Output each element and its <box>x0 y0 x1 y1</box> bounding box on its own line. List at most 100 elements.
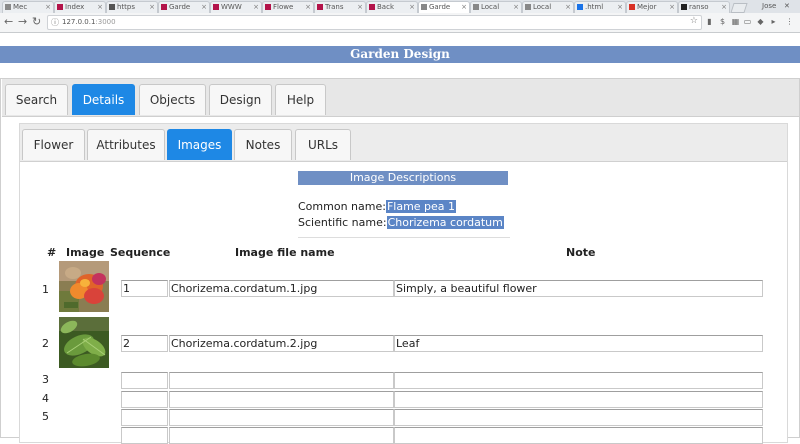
tab-close-icon[interactable]: × <box>721 2 727 13</box>
section-heading: Image Descriptions <box>298 171 508 185</box>
browser-tab[interactable]: Local × <box>470 1 522 13</box>
tab-close-icon[interactable]: × <box>97 2 103 13</box>
browser-tab[interactable]: Garde × <box>158 1 210 13</box>
extension-arrow-icon[interactable]: ▸ <box>768 16 779 27</box>
tab-notes[interactable]: Notes <box>234 129 292 160</box>
scientific-name-label: Scientific name: <box>298 216 387 229</box>
tab-close-icon[interactable]: × <box>461 2 467 13</box>
note-input[interactable] <box>394 391 763 408</box>
site-info-icon[interactable]: ⓘ <box>51 16 59 29</box>
scientific-name-value: Chorizema cordatum <box>386 216 504 229</box>
extension-grid-icon[interactable]: ▦ <box>730 16 741 27</box>
browser-tab-title: Flowe <box>273 3 294 11</box>
extension-monitor-icon[interactable]: ▭ <box>742 16 753 27</box>
tab-close-icon[interactable]: × <box>409 2 415 13</box>
browser-tab-title: Garde <box>169 3 191 11</box>
file-name-input[interactable] <box>169 409 394 426</box>
sequence-input[interactable] <box>121 409 168 426</box>
browser-tab-title: Trans <box>325 3 344 11</box>
bookmark-star-icon[interactable]: ☆ <box>690 15 698 28</box>
address-bar[interactable]: ⓘ 127.0.0.1:3000 ☆ <box>47 15 702 30</box>
tab-close-icon[interactable]: × <box>565 2 571 13</box>
tab-favicon-icon <box>681 4 687 10</box>
tab-close-icon[interactable]: × <box>253 2 259 13</box>
note-input[interactable] <box>394 409 763 426</box>
new-tab-button[interactable] <box>730 3 748 13</box>
tab-objects[interactable]: Objects <box>139 84 206 115</box>
tab-urls[interactable]: URLs <box>295 129 351 160</box>
column-header-image: Image <box>66 246 105 259</box>
browser-tab[interactable]: WWW × <box>210 1 262 13</box>
browser-tab[interactable]: Garde × <box>418 1 470 13</box>
sequence-input[interactable] <box>121 391 168 408</box>
note-input[interactable]: Leaf <box>394 335 763 352</box>
tab-images[interactable]: Images <box>167 129 232 160</box>
browser-tab[interactable]: Mejor × <box>626 1 678 13</box>
tab-flower[interactable]: Flower <box>22 129 85 160</box>
file-name-input[interactable] <box>169 372 394 389</box>
browser-tab[interactable]: ranso × <box>678 1 730 13</box>
extension-s-icon[interactable]: $ <box>717 16 728 27</box>
browser-tab[interactable]: Back × <box>366 1 418 13</box>
main-tab-bar: Search Details Objects Design Help <box>2 79 799 117</box>
sequence-input[interactable] <box>121 427 168 444</box>
row-number: 4 <box>42 392 49 405</box>
browser-menu-icon[interactable]: ⋮ <box>784 16 795 27</box>
extension-chart-icon[interactable]: ▮ <box>704 16 715 27</box>
browser-tab-title: ranso <box>689 3 709 11</box>
tab-favicon-icon <box>5 4 11 10</box>
sequence-input[interactable] <box>121 372 168 389</box>
row-number: 5 <box>42 410 49 423</box>
sequence-input[interactable]: 2 <box>121 335 168 352</box>
window-profile-label[interactable]: Jose <box>762 1 776 11</box>
tab-close-icon[interactable]: × <box>45 2 51 13</box>
note-input[interactable]: Simply, a beautiful flower <box>394 280 763 297</box>
row-number: 1 <box>42 283 49 296</box>
browser-tab[interactable]: Trans × <box>314 1 366 13</box>
tab-design[interactable]: Design <box>209 84 272 115</box>
tab-close-icon[interactable]: × <box>149 2 155 13</box>
tab-details[interactable]: Details <box>72 84 135 115</box>
tab-close-icon[interactable]: × <box>669 2 675 13</box>
tab-help[interactable]: Help <box>275 84 326 115</box>
browser-tab[interactable]: Flowe × <box>262 1 314 13</box>
flower-thumbnail-image[interactable] <box>59 261 109 312</box>
note-input[interactable] <box>394 427 763 444</box>
common-name-row: Common name:Flame pea 1 <box>298 200 457 214</box>
back-icon[interactable]: ← <box>4 15 13 29</box>
column-header-sequence: Sequence <box>110 246 171 259</box>
tab-close-icon[interactable]: × <box>617 2 623 13</box>
tab-favicon-icon <box>109 4 115 10</box>
file-name-input[interactable]: Chorizema.cordatum.1.jpg <box>169 280 394 297</box>
note-input[interactable] <box>394 372 763 389</box>
tab-search[interactable]: Search <box>5 84 68 115</box>
address-url: 127.0.0.1:3000 <box>62 18 116 26</box>
leaf-thumbnail-image[interactable] <box>59 317 109 368</box>
forward-icon[interactable]: → <box>18 15 27 29</box>
browser-tab[interactable]: Mec × <box>2 1 54 13</box>
extension-shape-icon[interactable]: ◆ <box>755 16 766 27</box>
tab-favicon-icon <box>161 4 167 10</box>
browser-tab[interactable]: https × <box>106 1 158 13</box>
sequence-input[interactable]: 1 <box>121 280 168 297</box>
row-number: 2 <box>42 337 49 350</box>
browser-tab-title: Back <box>377 3 394 11</box>
tab-close-icon[interactable]: × <box>201 2 207 13</box>
tab-close-icon[interactable]: × <box>513 2 519 13</box>
tab-close-icon[interactable]: × <box>357 2 363 13</box>
window-close-icon[interactable]: ✕ <box>784 1 790 11</box>
tab-close-icon[interactable]: × <box>305 2 311 13</box>
reload-icon[interactable]: ↻ <box>32 15 41 29</box>
browser-tab-title: .html <box>585 3 604 11</box>
file-name-input[interactable]: Chorizema.cordatum.2.jpg <box>169 335 394 352</box>
scientific-name-row: Scientific name:Chorizema cordatum <box>298 216 504 230</box>
column-header-note: Note <box>566 246 596 259</box>
address-toolbar: ← → ↻ ⓘ 127.0.0.1:3000 ☆ ▮ $ ▦ ▭ ◆ ▸ ⋮ <box>0 13 800 33</box>
file-name-input[interactable] <box>169 427 394 444</box>
browser-tab[interactable]: .html × <box>574 1 626 13</box>
browser-tab[interactable]: Local × <box>522 1 574 13</box>
file-name-input[interactable] <box>169 391 394 408</box>
tab-favicon-icon <box>213 4 219 10</box>
browser-tab[interactable]: Index × <box>54 1 106 13</box>
tab-attributes[interactable]: Attributes <box>87 129 165 160</box>
